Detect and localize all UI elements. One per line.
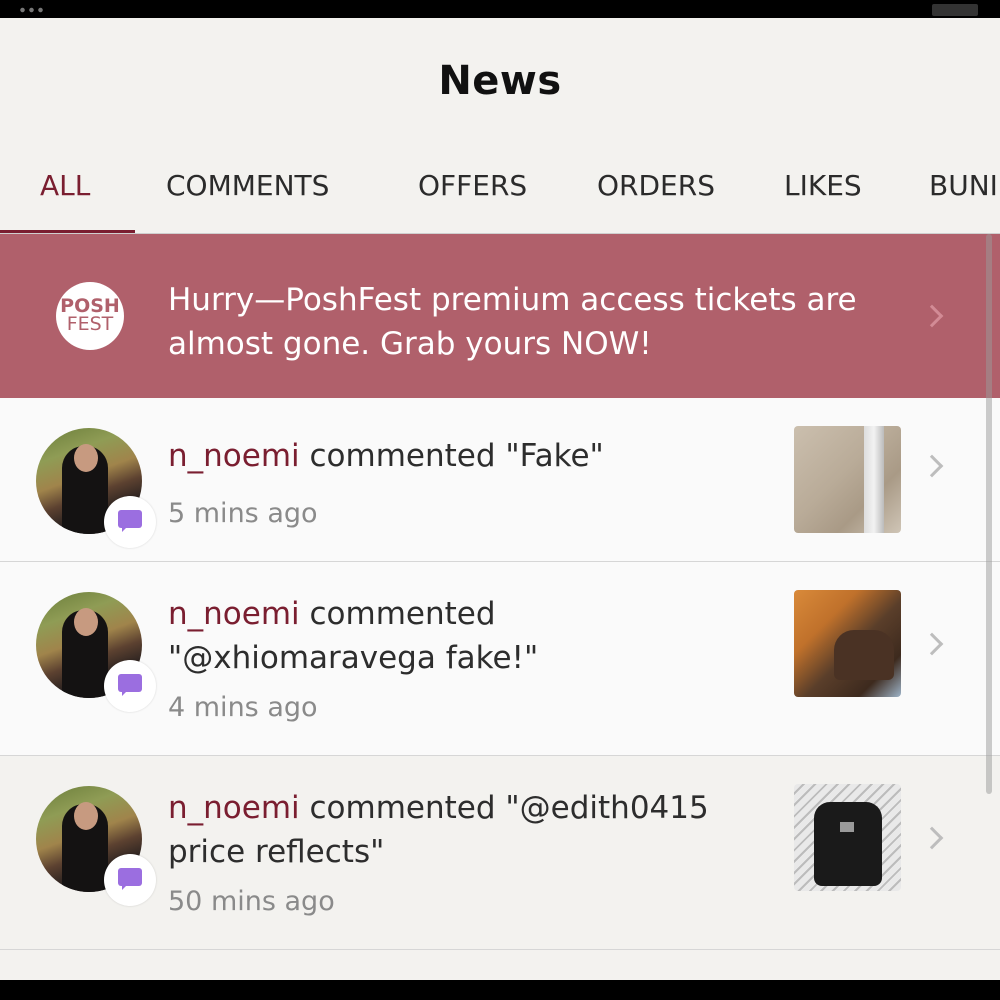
- header: News: [0, 18, 1000, 148]
- battery-icon: [932, 4, 978, 16]
- tab-all[interactable]: ALL: [40, 168, 90, 232]
- item-thumbnail[interactable]: [794, 784, 901, 891]
- notification-text: n_noemi commented "@xhiomaravega fake!": [168, 592, 728, 680]
- username-link[interactable]: n_noemi: [168, 438, 300, 474]
- timestamp: 5 mins ago: [168, 498, 318, 529]
- chevron-right-icon: [920, 304, 944, 328]
- notification-text: n_noemi commented "Fake": [168, 434, 768, 478]
- news-screen: News ALL COMMENTS OFFERS ORDERS LIKES BU…: [0, 18, 1000, 980]
- chevron-right-icon: [920, 454, 944, 478]
- page-title: News: [438, 58, 562, 104]
- timestamp: 4 mins ago: [168, 692, 318, 723]
- timestamp: 50 mins ago: [168, 886, 335, 917]
- list-item[interactable]: n_noemi commented "@xhiomaravega fake!" …: [0, 562, 1000, 756]
- item-thumbnail[interactable]: [794, 426, 901, 533]
- username-link[interactable]: n_noemi: [168, 596, 300, 632]
- tab-comments[interactable]: COMMENTS: [166, 168, 329, 232]
- promo-banner[interactable]: POSH FEST Hurry—PoshFest premium access …: [0, 234, 1000, 398]
- username-link[interactable]: n_noemi: [168, 790, 300, 826]
- tab-orders[interactable]: ORDERS: [597, 168, 715, 232]
- poshfest-logo: POSH FEST: [56, 282, 124, 350]
- comment-text: commented "Fake": [299, 438, 604, 474]
- comment-icon: [104, 496, 156, 548]
- status-bar: [0, 0, 1000, 18]
- item-thumbnail[interactable]: [794, 590, 901, 697]
- comment-icon: [104, 660, 156, 712]
- notification-text: n_noemi commented "@edith0415 price refl…: [168, 786, 748, 874]
- promo-text: Hurry—PoshFest premium access tickets ar…: [168, 282, 857, 362]
- chevron-right-icon: [920, 632, 944, 656]
- chevron-right-icon: [920, 826, 944, 850]
- tab-bundles[interactable]: BUNI: [929, 168, 998, 232]
- tab-likes[interactable]: LIKES: [784, 168, 862, 232]
- logo-text-line2: FEST: [66, 313, 114, 335]
- bottom-bar: [0, 980, 1000, 1000]
- signal-icon: [18, 6, 46, 14]
- tab-bar: ALL COMMENTS OFFERS ORDERS LIKES BUNI: [0, 168, 1000, 234]
- comment-icon: [104, 854, 156, 906]
- list-item[interactable]: n_noemi commented "Fake" 5 mins ago: [0, 398, 1000, 562]
- list-item[interactable]: n_noemi commented "@edith0415 price refl…: [0, 756, 1000, 950]
- tab-offers[interactable]: OFFERS: [418, 168, 527, 232]
- scrollbar[interactable]: [986, 234, 992, 794]
